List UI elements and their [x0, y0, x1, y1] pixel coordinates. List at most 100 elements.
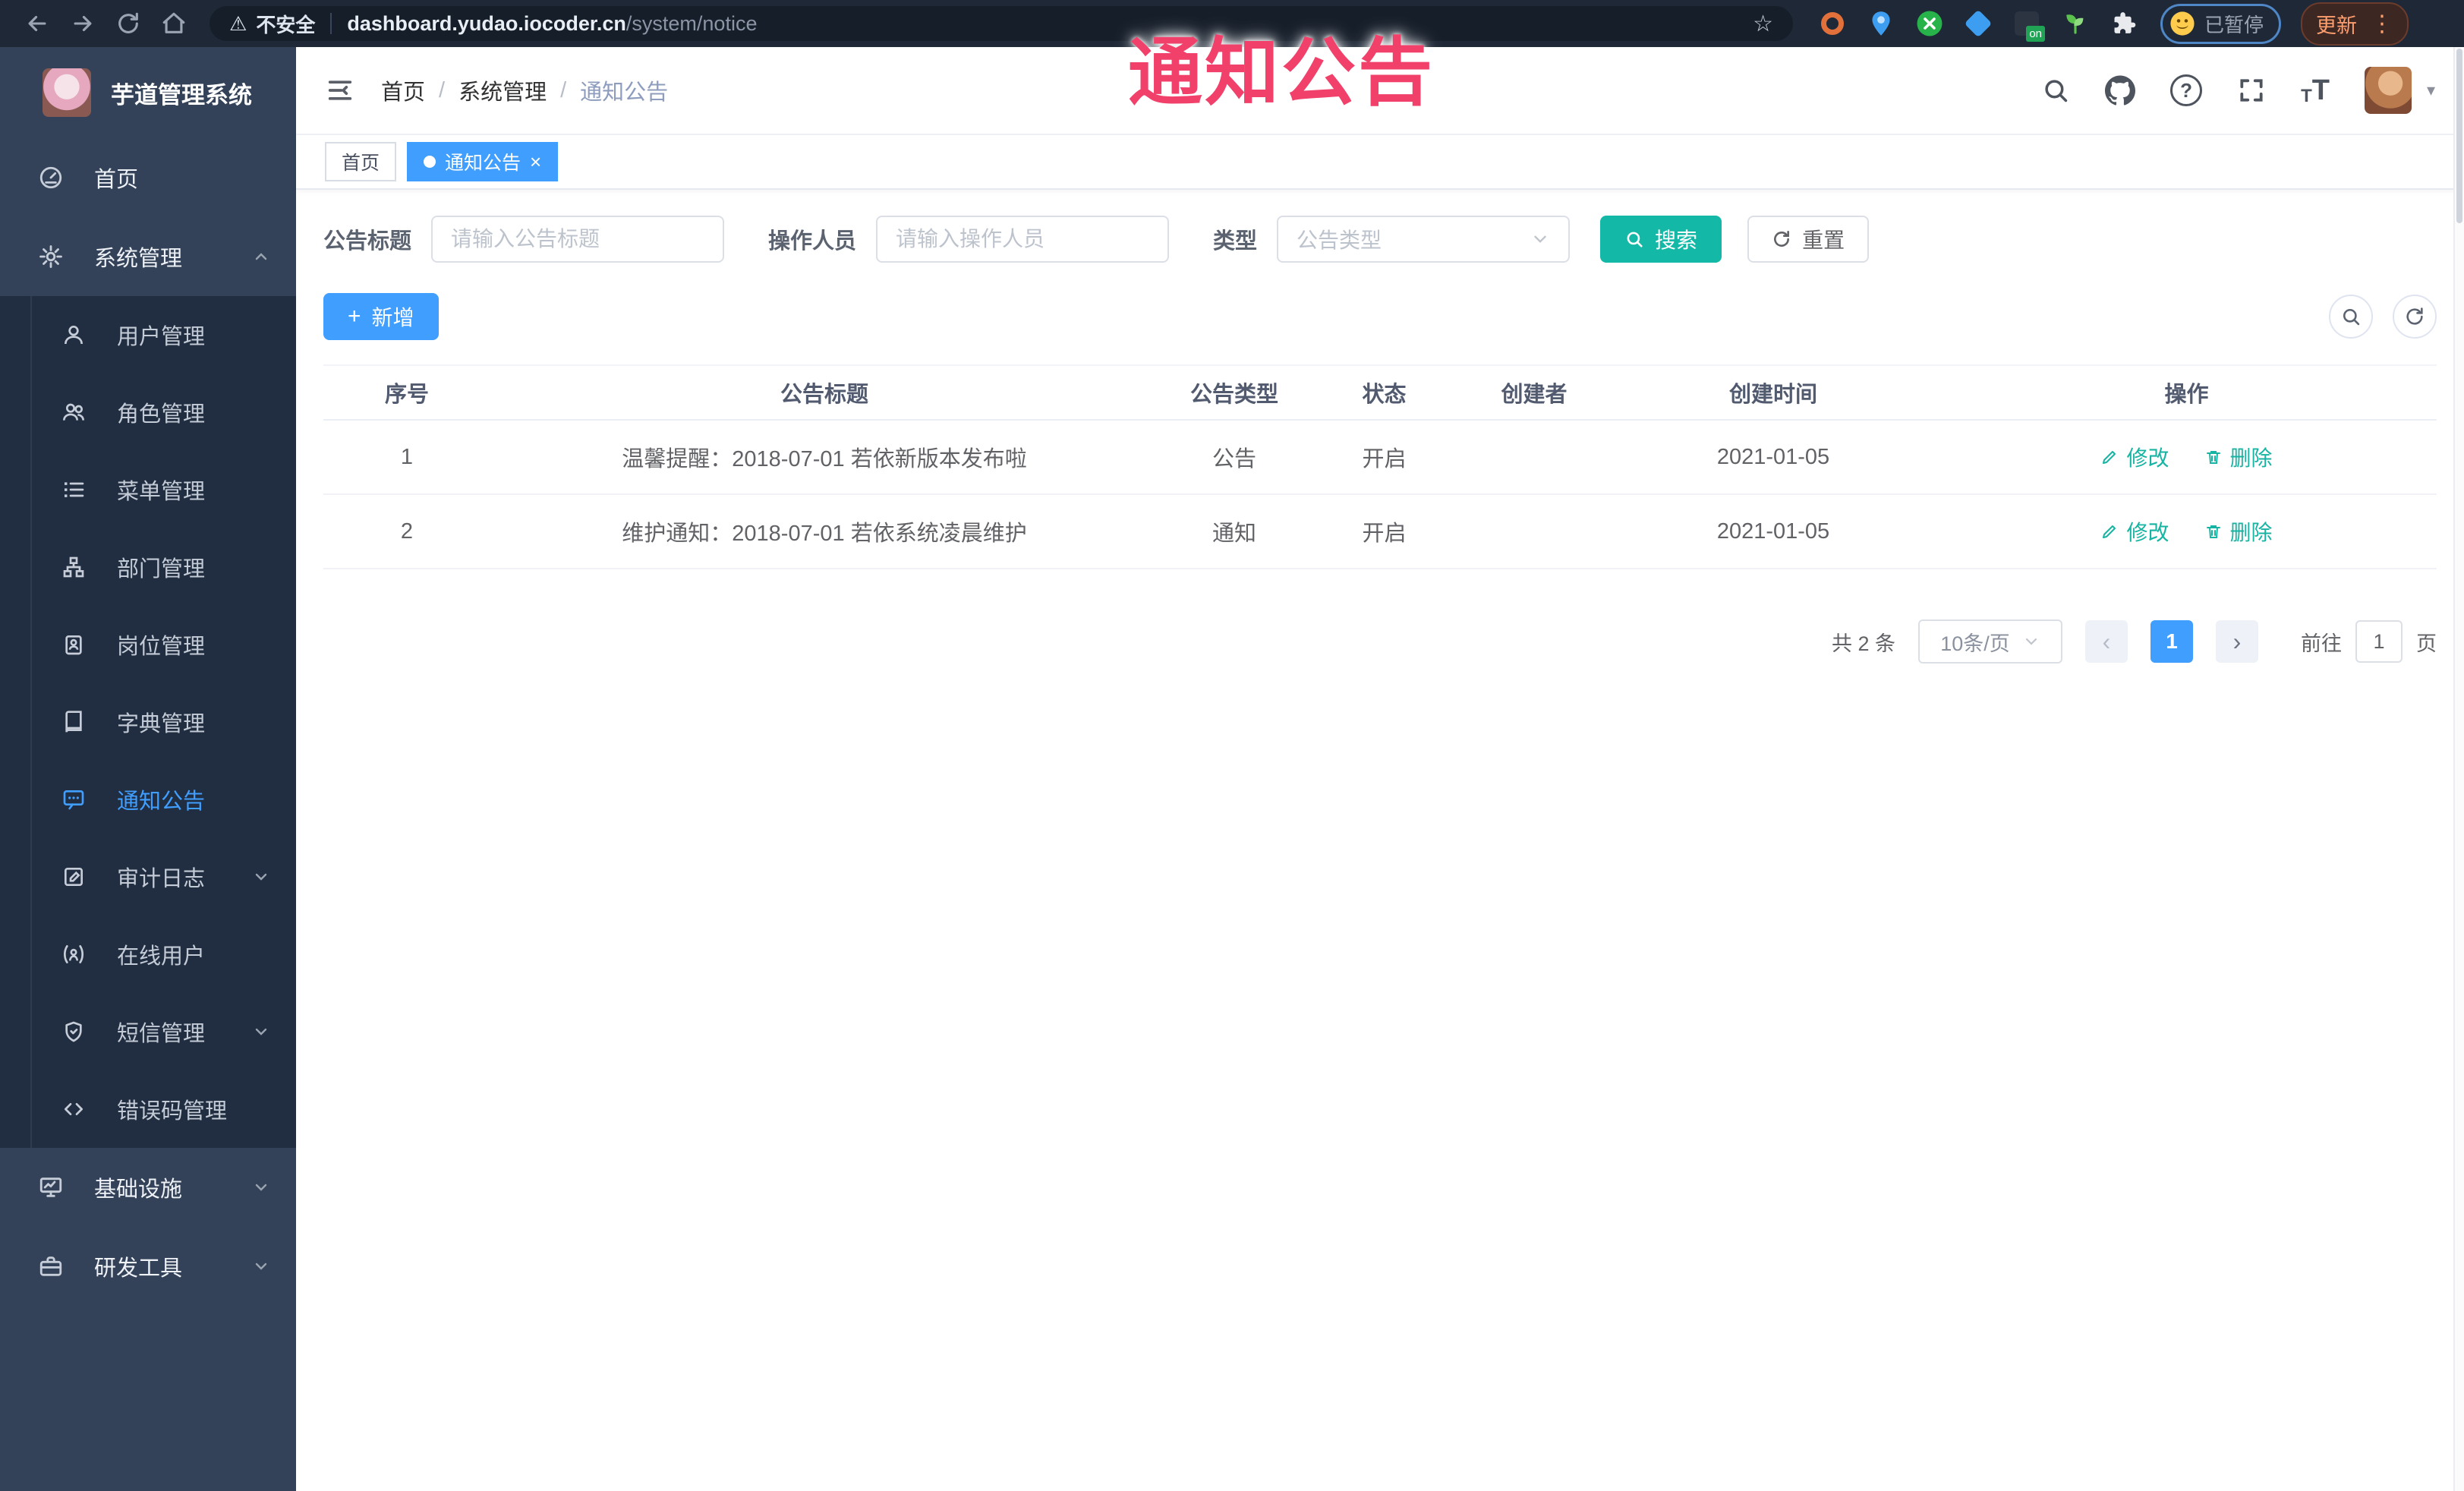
profile-paused-chip[interactable]: 已暂停 — [2160, 3, 2282, 44]
breadcrumb-separator: / — [439, 77, 446, 102]
address-bar[interactable]: ⚠ 不安全 dashboard.yudao.iocoder.cn /system… — [210, 6, 1793, 41]
bookmark-star-icon[interactable]: ☆ — [1753, 11, 1773, 37]
main-area: 首页 / 系统管理 / 通知公告 ? TT ▾ 首页 通知公告 × 公告标题 请… — [296, 47, 2464, 1491]
operator-input[interactable] — [876, 216, 1170, 263]
browser-back-icon[interactable] — [20, 6, 55, 41]
search-button[interactable]: 搜索 — [1600, 216, 1722, 263]
goto-page-input[interactable] — [2355, 620, 2403, 663]
user-avatar[interactable] — [2364, 67, 2412, 114]
sidebar-item-infrastructure[interactable]: 基础设施 — [0, 1148, 296, 1227]
browser-menu-kebab-icon[interactable]: ⋮ — [2371, 12, 2393, 35]
notice-title-input[interactable] — [431, 216, 725, 263]
sidebar-item-roles[interactable]: 角色管理 — [0, 374, 296, 451]
cell-status: 开启 — [1310, 494, 1458, 569]
help-icon[interactable]: ? — [2170, 74, 2203, 106]
sidebar-item-sms[interactable]: 短信管理 — [0, 993, 296, 1070]
chevron-down-icon — [1530, 229, 1550, 249]
sidebar-item-menus[interactable]: 菜单管理 — [0, 451, 296, 528]
scrollbar-thumb[interactable] — [2456, 49, 2462, 223]
refresh-table-button[interactable] — [2393, 295, 2437, 339]
prev-page-button[interactable]: ‹ — [2085, 620, 2128, 663]
sidebar-item-label: 菜单管理 — [117, 480, 206, 504]
table-row: 2 维护通知：2018-07-01 若依系统凌晨维护 通知 开启 2021-01… — [323, 494, 2437, 569]
refresh-icon — [1774, 230, 1790, 247]
app-logo[interactable]: 芋道管理系统 — [0, 47, 296, 138]
sidebar-item-dev-tools[interactable]: 研发工具 — [0, 1227, 296, 1306]
page-1-button[interactable]: 1 — [2150, 620, 2193, 663]
breadcrumb-current: 通知公告 — [580, 80, 669, 105]
breadcrumb-home[interactable]: 首页 — [381, 74, 425, 106]
sidebar-item-posts[interactable]: 岗位管理 — [0, 606, 296, 683]
toggle-search-button[interactable] — [2329, 295, 2373, 339]
notice-type-select[interactable]: 公告类型 — [1277, 216, 1571, 263]
sidebar-item-audit-log[interactable]: 审计日志 — [0, 838, 296, 916]
filter-type-group: 类型 公告类型 — [1213, 216, 1571, 263]
plus-icon: + — [348, 304, 361, 329]
tab-home[interactable]: 首页 — [325, 142, 397, 181]
extension-pin-icon[interactable] — [1867, 10, 1895, 37]
avatar-caret-down-icon[interactable]: ▾ — [2427, 80, 2435, 100]
next-page-button[interactable]: › — [2216, 620, 2258, 663]
app-title: 芋道管理系统 — [111, 81, 252, 109]
refresh-icon — [2406, 307, 2423, 325]
sidebar-item-error-codes[interactable]: 错误码管理 — [0, 1070, 296, 1148]
add-button[interactable]: + 新增 — [323, 293, 439, 340]
browser-reload-icon[interactable] — [111, 6, 146, 41]
col-actions: 操作 — [1936, 365, 2437, 421]
chevron-down-icon — [252, 1178, 270, 1196]
filter-type-label: 类型 — [1213, 229, 1258, 254]
col-created: 创建时间 — [1610, 365, 1936, 421]
cell-seq: 2 — [323, 494, 490, 569]
search-icon — [2343, 308, 2360, 326]
page-scrollbar[interactable] — [2453, 47, 2464, 1491]
app-frame: 芋道管理系统 首页 系统管理 用户管理 角色管理 菜单管理 部门管理 岗位管理 … — [0, 47, 2464, 1491]
extension-row: on — [1819, 9, 2138, 42]
org-tree-icon — [56, 555, 91, 579]
github-icon[interactable] — [2105, 75, 2136, 106]
tab-notices[interactable]: 通知公告 × — [407, 142, 559, 181]
delete-link[interactable]: 删除 — [2204, 516, 2273, 547]
sidebar-item-dictionary[interactable]: 字典管理 — [0, 683, 296, 761]
logo-avatar — [43, 68, 91, 117]
sidebar-item-departments[interactable]: 部门管理 — [0, 528, 296, 606]
table-option-buttons — [2329, 295, 2437, 339]
cell-created: 2021-01-05 — [1610, 494, 1936, 569]
sidebar-item-notices[interactable]: 通知公告 — [0, 761, 296, 838]
online-user-icon — [56, 942, 91, 966]
breadcrumb-system[interactable]: 系统管理 — [458, 74, 547, 106]
cell-creator — [1458, 420, 1610, 495]
browser-update-button[interactable]: 更新 ⋮ — [2301, 2, 2409, 46]
search-icon[interactable] — [2041, 76, 2070, 105]
extension-gem-icon[interactable] — [1964, 9, 1993, 38]
font-size-icon[interactable]: TT — [2301, 74, 2330, 107]
browser-forward-icon[interactable] — [65, 6, 100, 41]
extensions-puzzle-icon[interactable] — [2110, 10, 2138, 37]
extension-orange-ring-icon[interactable] — [1819, 10, 1846, 37]
book-icon — [56, 710, 91, 734]
sidebar-item-home[interactable]: 首页 — [0, 138, 296, 217]
extension-sprout-icon[interactable] — [2062, 10, 2089, 37]
sidebar-item-system[interactable]: 系统管理 — [0, 217, 296, 296]
monitor-icon — [33, 1174, 68, 1200]
cell-type: 公告 — [1158, 420, 1310, 495]
security-label[interactable]: 不安全 — [256, 10, 315, 38]
extension-green-circle-icon[interactable] — [1916, 10, 1943, 37]
browser-home-icon[interactable] — [156, 6, 191, 41]
page-size-select[interactable]: 10条/页 — [1918, 619, 2062, 664]
not-secure-warning-icon: ⚠ — [229, 11, 247, 35]
filter-operator-label: 操作人员 — [768, 229, 857, 254]
fullscreen-icon[interactable] — [2237, 76, 2266, 105]
reset-button[interactable]: 重置 — [1747, 216, 1870, 263]
edit-link[interactable]: 修改 — [2100, 442, 2169, 472]
sidebar-item-label: 短信管理 — [117, 1022, 206, 1046]
delete-link[interactable]: 删除 — [2204, 442, 2273, 472]
tags-view-bar: 首页 通知公告 × — [296, 135, 2464, 190]
extension-dark-icon[interactable]: on — [2013, 10, 2045, 42]
tab-close-icon[interactable]: × — [530, 152, 541, 172]
sidebar-item-online-users[interactable]: 在线用户 — [0, 916, 296, 993]
filter-operator-group: 操作人员 — [768, 216, 1170, 263]
edit-link[interactable]: 修改 — [2100, 516, 2169, 547]
sidebar-collapse-icon[interactable] — [325, 75, 355, 106]
pencil-icon — [2103, 451, 2116, 464]
sidebar-item-users[interactable]: 用户管理 — [0, 296, 296, 374]
